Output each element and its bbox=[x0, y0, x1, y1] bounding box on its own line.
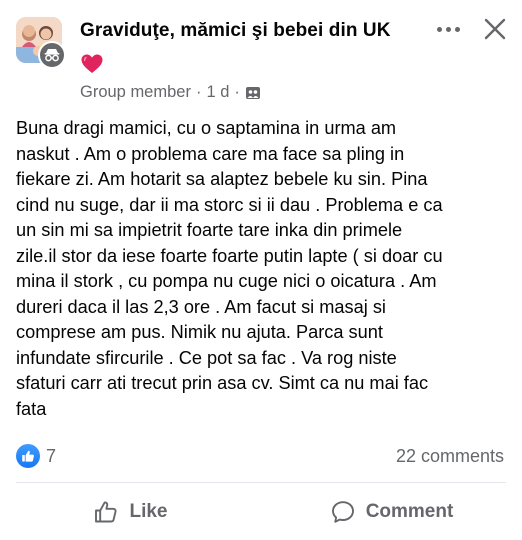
reactions-summary[interactable]: 7 bbox=[16, 444, 56, 468]
comment-button[interactable]: Comment bbox=[261, 483, 522, 540]
comments-count-link[interactable]: 22 comments bbox=[396, 446, 504, 467]
like-label: Like bbox=[129, 500, 168, 522]
red-heart-emoji-icon bbox=[81, 54, 103, 73]
more-dot-icon bbox=[445, 26, 451, 32]
post-meta: Group member · 1 d · bbox=[80, 83, 261, 102]
post-body-text: Buna dragi mamici, cu o saptamina in urm… bbox=[16, 118, 443, 419]
like-button[interactable]: Like bbox=[0, 483, 261, 540]
group-name-link[interactable]: Graviduţe, mămici şi bebei din UK bbox=[80, 20, 391, 42]
comment-label: Comment bbox=[365, 500, 454, 522]
author-role: Group member bbox=[80, 83, 191, 101]
close-icon[interactable] bbox=[482, 16, 508, 42]
thumbs-up-icon bbox=[95, 501, 118, 522]
comment-bubble-icon bbox=[331, 500, 354, 523]
more-options-button[interactable] bbox=[432, 18, 464, 40]
group-audience-icon bbox=[245, 86, 260, 99]
anonymous-member-icon bbox=[38, 41, 66, 69]
group-post: Graviduţe, mămici şi bebei din UK Group … bbox=[0, 0, 522, 540]
more-dot-icon bbox=[436, 26, 442, 32]
reaction-count: 7 bbox=[46, 445, 57, 466]
avatar-group[interactable] bbox=[16, 17, 66, 69]
post-time[interactable]: 1 d bbox=[206, 83, 229, 102]
like-reaction-icon bbox=[16, 444, 40, 468]
post-actions-bar: Like Comment bbox=[0, 483, 522, 540]
more-dot-icon bbox=[454, 26, 460, 32]
meta-separator: · bbox=[234, 83, 240, 101]
meta-separator: · bbox=[195, 83, 202, 101]
